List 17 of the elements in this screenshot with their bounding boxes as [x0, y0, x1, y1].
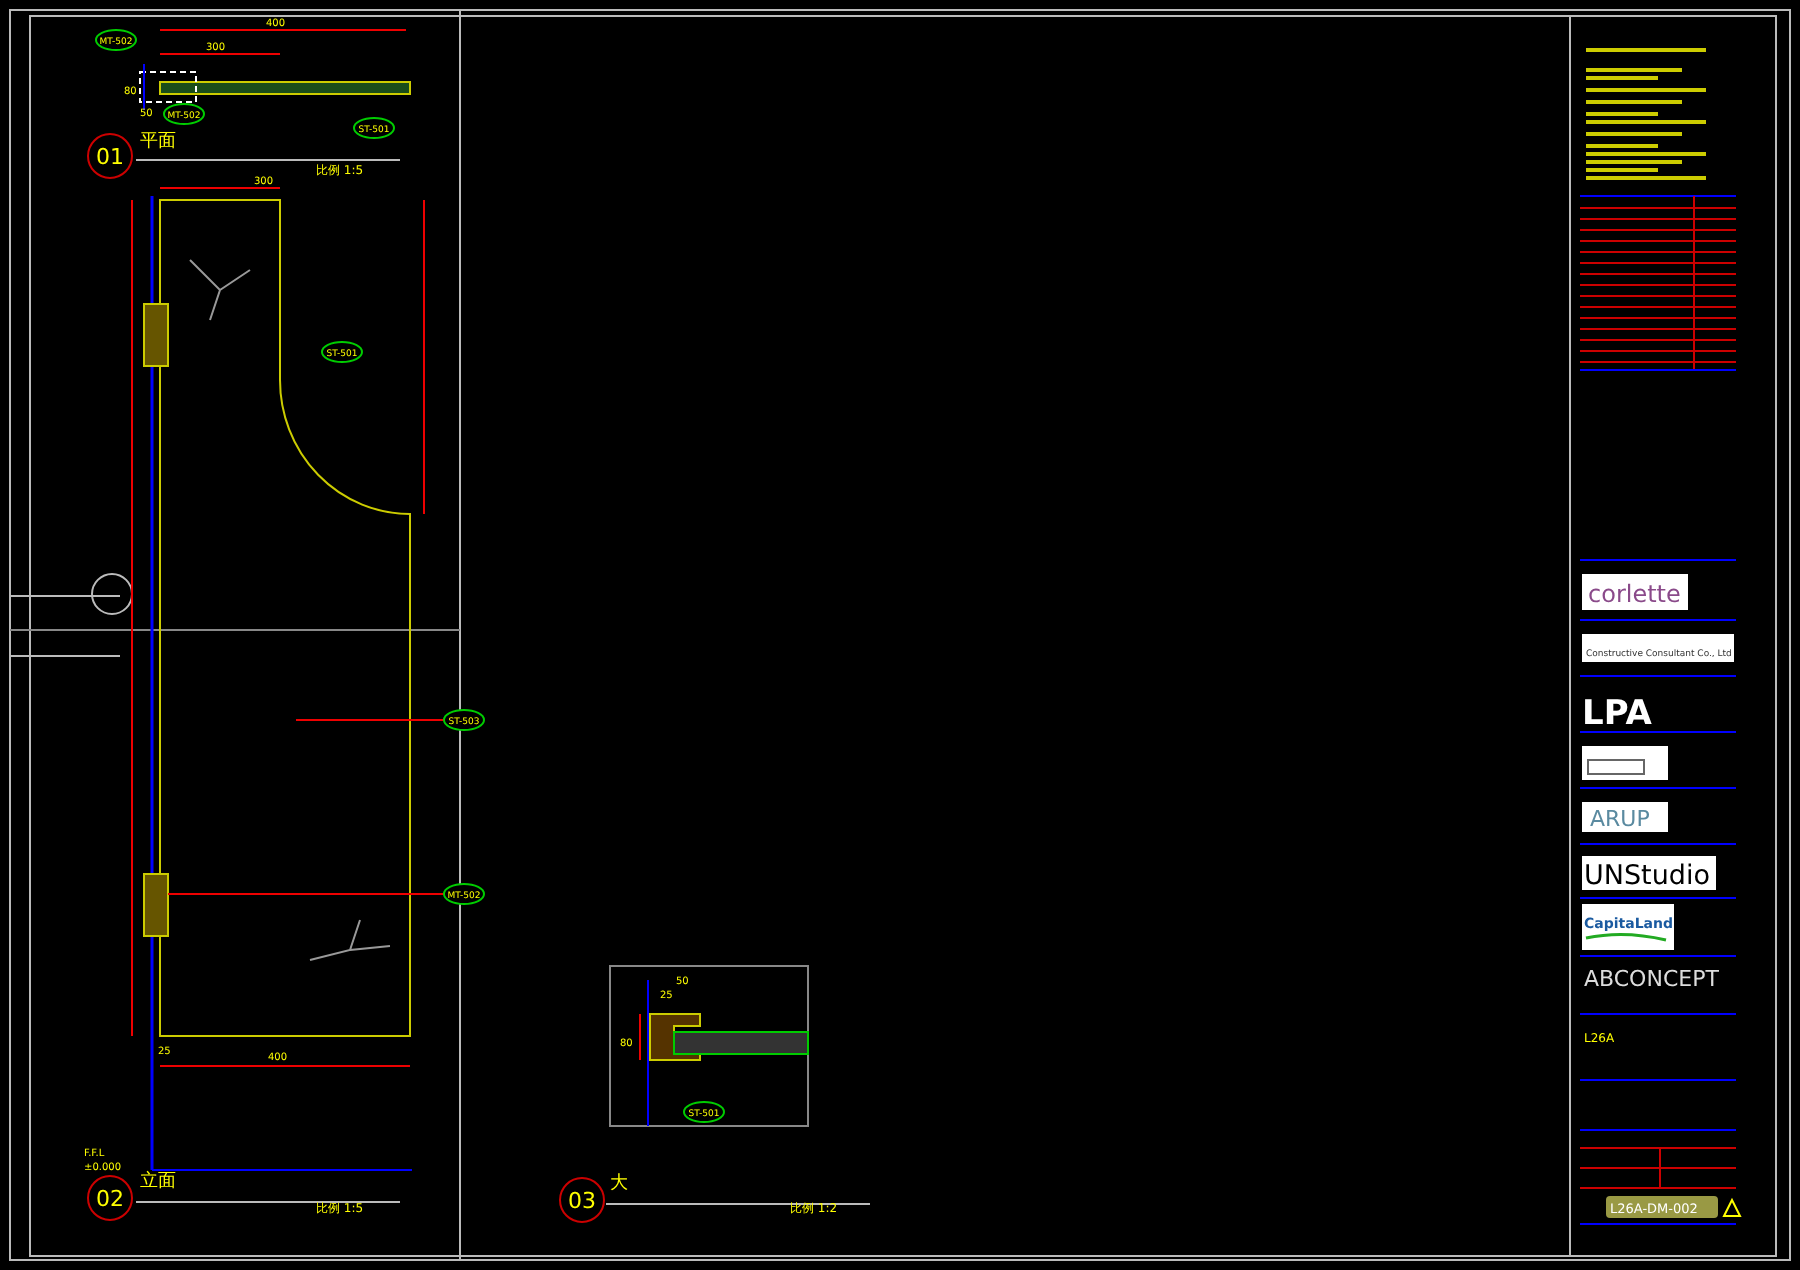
- view-title: 立面: [140, 1172, 176, 1192]
- view-number-circle: [87, 1175, 133, 1221]
- company-logo: corlette: [1582, 574, 1688, 610]
- company-logo: LPA: [1582, 694, 1652, 734]
- view-title: 大: [610, 1174, 628, 1194]
- view-number: 01: [96, 144, 124, 170]
- view-number: 02: [96, 1186, 124, 1212]
- company-logo-icon: [1582, 746, 1668, 780]
- warning-triangle-icon: [1722, 1197, 1742, 1217]
- company-logo: ABCONCEPT: [1584, 966, 1719, 992]
- view-number-circle: [559, 1177, 605, 1223]
- view-number-circle: [87, 133, 133, 179]
- view-number: 03: [568, 1188, 596, 1214]
- company-logo: UNStudio: [1582, 856, 1716, 892]
- company-logo: ARUP: [1582, 802, 1668, 832]
- view-title: 平面: [140, 132, 176, 152]
- notes-text-drawing: [1586, 48, 1706, 180]
